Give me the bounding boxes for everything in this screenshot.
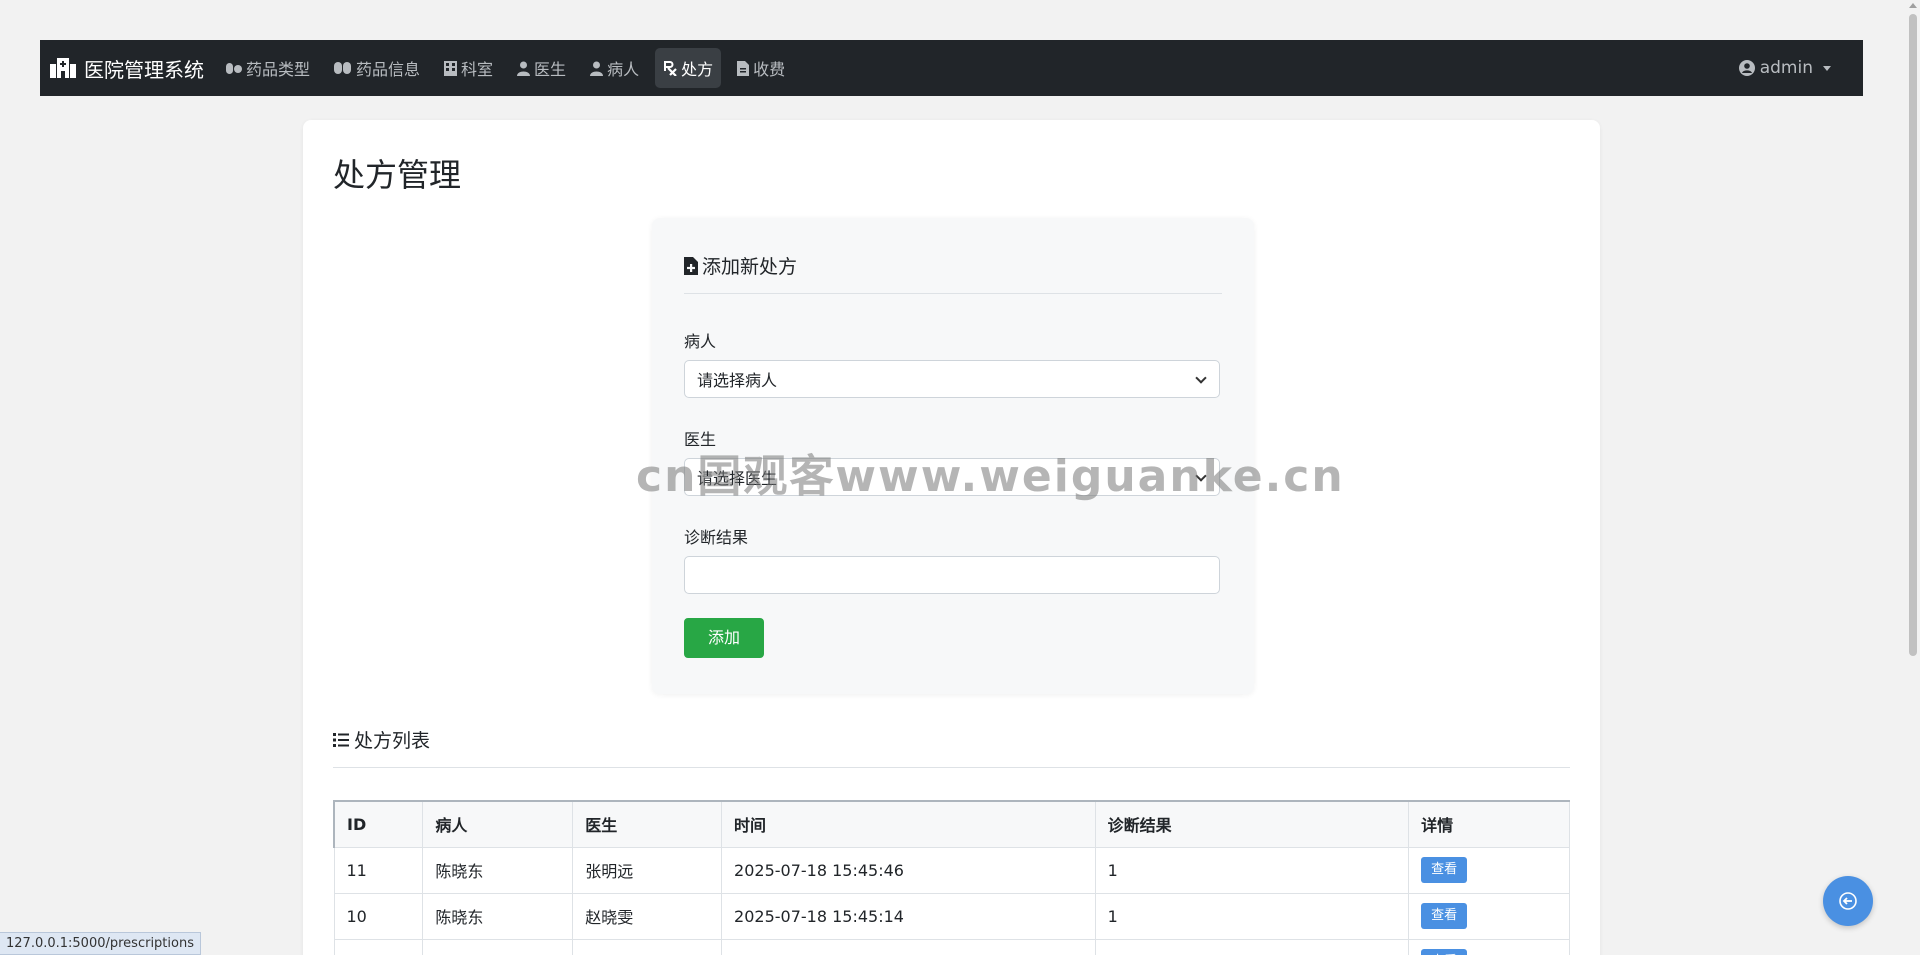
nav-item-doctors[interactable]: 医生 [509, 48, 574, 88]
add-prescription-form: 添加新处方 病人 请选择病人 医生 请选择医生 诊断结果 添加 [652, 218, 1254, 694]
cell-diagnosis: 1 [1094, 846, 1410, 894]
nav-item-departments[interactable]: 科室 [436, 48, 501, 88]
patient-select-value: 请选择病人 [697, 371, 778, 390]
capsules-icon [334, 62, 352, 74]
column-header: ID [333, 800, 424, 848]
column-header: 病人 [422, 800, 574, 848]
chevron-down-icon [1195, 372, 1207, 384]
add-button[interactable]: 添加 [684, 618, 764, 658]
pills-icon [226, 63, 242, 74]
cell-doctor [572, 938, 723, 955]
patient-select[interactable]: 请选择病人 [684, 360, 1220, 398]
column-header: 诊断结果 [1094, 800, 1410, 848]
nav-item-label: 药品类型 [246, 60, 311, 79]
column-header: 时间 [721, 800, 1096, 848]
cell-detail: 查看 [1408, 892, 1570, 940]
cell-doctor: 张明远 [572, 846, 723, 894]
view-button[interactable]: 查看 [1421, 949, 1468, 955]
column-header: 详情 [1408, 800, 1570, 848]
cell-time: 2025-07-18 15:45:46 [721, 846, 1096, 894]
file-medical-icon [684, 256, 698, 275]
nav-item-patients[interactable]: 病人 [582, 48, 647, 88]
nav-item-label: 收费 [753, 60, 786, 79]
table-header-row: ID 病人 医生 时间 诊断结果 详情 [333, 800, 1570, 848]
brand-title: 医院管理系统 [84, 57, 204, 82]
column-header: 医生 [572, 800, 723, 848]
user-menu-dropdown[interactable]: admin [1738, 58, 1831, 78]
doctor-select-value: 请选择医生 [697, 469, 778, 488]
user-name: admin [1759, 58, 1813, 78]
view-button[interactable]: 查看 [1421, 857, 1468, 883]
status-bar-url: 127.0.0.1:5000/prescriptions [0, 932, 201, 955]
cell-patient: 陈晓东 [422, 846, 574, 894]
main-card: 处方管理 添加新处方 病人 请选择病人 医生 请选择医生 诊断结果 添加 处方列… [303, 120, 1600, 955]
cell-id: 11 [333, 846, 424, 894]
building-icon [444, 60, 458, 76]
user-doctor-icon [517, 61, 531, 76]
top-navbar: 医院管理系统 药品类型 药品信息 科室 医生 病人 处方 收费 admin [40, 40, 1863, 96]
page-root: 医院管理系统 药品类型 药品信息 科室 医生 病人 处方 收费 admin 处方… [0, 0, 1920, 955]
form-heading: 添加新处方 [684, 252, 1222, 294]
scroll-thumb[interactable] [1909, 14, 1917, 656]
user-injured-icon [590, 61, 604, 76]
patient-label: 病人 [684, 332, 717, 351]
back-fab-button[interactable] [1823, 876, 1873, 926]
chevron-down-icon [1195, 470, 1207, 482]
cell-doctor: 赵晓雯 [572, 892, 723, 940]
doctor-select[interactable]: 请选择医生 [684, 458, 1220, 496]
nav-item-label: 处方 [681, 60, 714, 79]
cell-diagnosis [1094, 938, 1410, 955]
nav-item-label: 医生 [534, 60, 567, 79]
nav-item-prescriptions[interactable]: 处方 [655, 48, 722, 88]
doctor-label: 医生 [684, 430, 717, 449]
list-icon [333, 732, 349, 747]
nav-item-drug-types[interactable]: 药品类型 [218, 48, 318, 88]
arrow-left-icon [1839, 892, 1857, 910]
diagnosis-input[interactable] [684, 556, 1220, 594]
nav-item-billing[interactable]: 收费 [729, 48, 793, 88]
page-title: 处方管理 [333, 156, 462, 194]
user-circle-icon [1738, 60, 1755, 76]
nav-item-label: 病人 [607, 60, 640, 79]
prescription-table: ID 病人 医生 时间 诊断结果 详情 11 陈晓东 张明远 2025-07-1… [333, 800, 1570, 955]
nav-item-label: 科室 [461, 60, 494, 79]
nav-item-label: 药品信息 [356, 60, 421, 79]
diagnosis-label: 诊断结果 [684, 528, 749, 547]
hospital-icon [50, 58, 76, 78]
table-row: 10 陈晓东 赵晓雯 2025-07-18 15:45:14 1 查看 [333, 892, 1570, 940]
scroll-up-arrow-icon[interactable] [1909, 3, 1917, 8]
cell-id [333, 938, 424, 955]
cell-detail: 查看 [1408, 938, 1570, 955]
prescription-list-heading: 处方列表 [333, 726, 1570, 768]
table-row: 查看 [333, 938, 1570, 955]
table-row: 11 陈晓东 张明远 2025-07-18 15:45:46 1 查看 [333, 846, 1570, 894]
cell-patient: 陈晓东 [422, 892, 574, 940]
caret-down-icon [1823, 65, 1831, 71]
list-heading-text: 处方列表 [354, 730, 431, 752]
cell-detail: 查看 [1408, 846, 1570, 894]
cell-time: 2025-07-18 15:45:14 [721, 892, 1096, 940]
form-heading-text: 添加新处方 [702, 256, 798, 278]
invoice-icon [737, 60, 750, 76]
view-button[interactable]: 查看 [1421, 903, 1468, 929]
prescription-icon [664, 60, 677, 76]
cell-patient [422, 938, 574, 955]
page-scrollbar[interactable] [1905, 0, 1920, 955]
nav-item-drug-info[interactable]: 药品信息 [326, 48, 428, 88]
cell-id: 10 [333, 892, 424, 940]
brand-link[interactable]: 医院管理系统 [50, 54, 204, 83]
cell-time [721, 938, 1096, 955]
cell-diagnosis: 1 [1094, 892, 1410, 940]
